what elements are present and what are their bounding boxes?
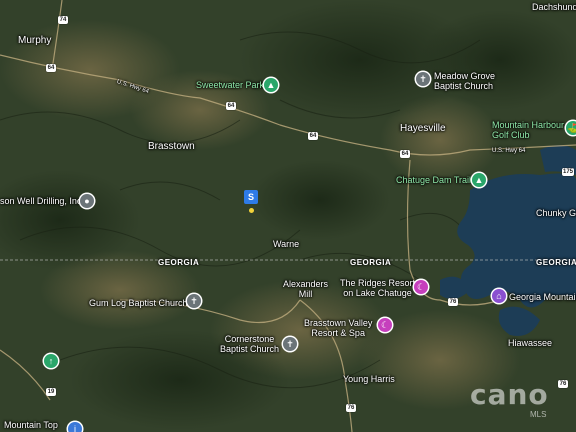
church-icon[interactable]: ✝ bbox=[187, 294, 201, 308]
state-label-georgia-right: GEORGIA bbox=[536, 258, 576, 267]
place-warne: Warne bbox=[273, 239, 300, 249]
golf-icon[interactable]: ⛳ bbox=[566, 121, 576, 135]
state-label-georgia-left: GEORGIA bbox=[158, 258, 200, 267]
watermark-logo: cano bbox=[470, 378, 549, 411]
poi-label-the-ridges-resort[interactable]: The Ridges Resort on Lake Chatuge bbox=[340, 278, 415, 298]
poi-label-mountain-harbour[interactable]: Mountain Harbour Golf Club bbox=[492, 120, 564, 140]
campground-icon[interactable]: ↑ bbox=[44, 354, 58, 368]
place-hayesville: Hayesville bbox=[400, 123, 446, 134]
poi-label-georgia-mountain[interactable]: Georgia Mountain bbox=[509, 292, 576, 302]
place-chunky-gal: Chunky Ga bbox=[536, 208, 576, 218]
church-icon[interactable]: ✝ bbox=[416, 72, 430, 86]
route-shield-64: 64 bbox=[308, 132, 318, 140]
route-shield-19: 19 bbox=[46, 388, 56, 396]
route-shield-64: 64 bbox=[226, 102, 236, 110]
poi-label-brasstown-valley[interactable]: Brasstown Valley Resort & Spa bbox=[304, 318, 372, 338]
poi-label-sweetwater-park[interactable]: Sweetwater Park bbox=[196, 80, 264, 90]
poi-label-cornerstone-church[interactable]: Cornerstone Baptist Church bbox=[220, 334, 279, 354]
resort-icon[interactable]: ☾ bbox=[378, 318, 392, 332]
marker-label: S bbox=[244, 190, 258, 204]
place-dachshund: Dachshund bbox=[532, 2, 576, 12]
park-icon[interactable]: ▲ bbox=[264, 78, 278, 92]
terrain-layer bbox=[0, 0, 576, 432]
state-label-georgia-mid: GEORGIA bbox=[350, 258, 392, 267]
shopping-icon[interactable]: ⌂ bbox=[492, 289, 506, 303]
resort-icon[interactable]: ☾ bbox=[414, 280, 428, 294]
route-shield-74: 74 bbox=[58, 16, 68, 24]
place-mountain-top: Mountain Top bbox=[4, 420, 58, 430]
route-shield-76: 76 bbox=[558, 380, 568, 388]
property-marker[interactable]: S bbox=[244, 190, 258, 213]
route-shield-64: 64 bbox=[46, 64, 56, 72]
place-hiawassee: Hiawassee bbox=[508, 338, 553, 348]
place-alexanders-mill: Alexanders Mill bbox=[283, 279, 329, 299]
marker-dot bbox=[248, 208, 254, 213]
route-shield-175: 175 bbox=[562, 168, 575, 176]
business-icon[interactable]: ● bbox=[80, 194, 94, 208]
poi-label-chatuge-dam-trail[interactable]: Chatuge Dam Trail bbox=[396, 175, 471, 185]
poi-label-well-drilling[interactable]: son Well Drilling, Inc bbox=[0, 196, 81, 206]
place-murphy: Murphy bbox=[18, 35, 52, 46]
trail-icon[interactable]: ▲ bbox=[472, 173, 486, 187]
place-brasstown: Brasstown bbox=[148, 141, 195, 152]
satellite-map[interactable]: Dachshund Murphy Brasstown Hayesville Wa… bbox=[0, 0, 576, 432]
route-shield-76: 76 bbox=[448, 298, 458, 306]
place-young-harris: Young Harris bbox=[343, 374, 395, 384]
church-icon[interactable]: ✝ bbox=[283, 337, 297, 351]
route-shield-64: 64 bbox=[400, 150, 410, 158]
road-label-us64-right: U.S. Hwy 64 bbox=[492, 148, 526, 154]
info-icon[interactable]: i bbox=[68, 422, 82, 432]
poi-label-meadow-grove[interactable]: Meadow Grove Baptist Church bbox=[434, 71, 495, 91]
watermark-mls: MLS bbox=[530, 410, 547, 419]
route-shield-76: 76 bbox=[346, 404, 356, 412]
poi-label-gum-log-church[interactable]: Gum Log Baptist Church bbox=[89, 298, 188, 308]
